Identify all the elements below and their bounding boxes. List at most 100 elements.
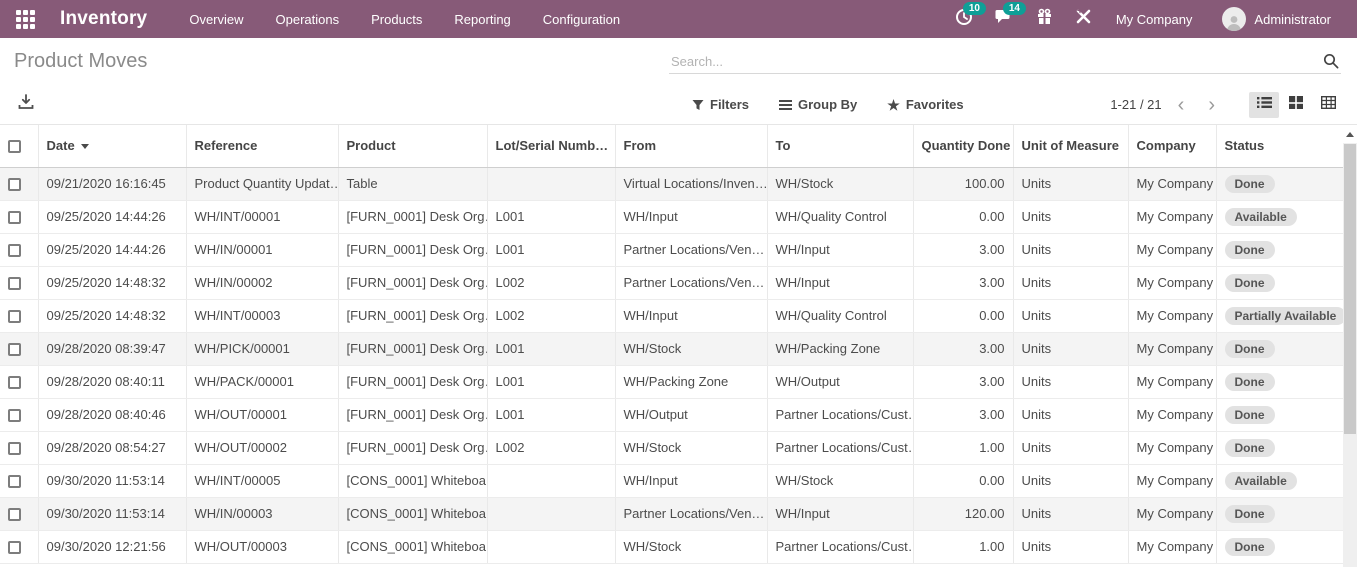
apps-grid-icon[interactable] (12, 6, 38, 32)
cell-status: Done (1216, 167, 1343, 201)
status-badge: Done (1224, 405, 1275, 424)
table-row[interactable]: 09/28/2020 08:40:46 WH/OUT/00001 [FURN_0… (0, 398, 1343, 432)
column-header-status[interactable]: Status (1216, 125, 1343, 168)
list-view: Date Reference Product Lot/Serial Numb… … (0, 125, 1357, 567)
column-header-lot[interactable]: Lot/Serial Numb… (487, 125, 616, 168)
activities-button[interactable]: 10 (949, 1, 986, 35)
cell-quantity-done: 120.00 (913, 497, 1014, 531)
row-checkbox[interactable] (8, 541, 21, 555)
column-header-uom[interactable]: Unit of Measure (1013, 125, 1129, 168)
cell-status: Done (1216, 497, 1343, 531)
row-checkbox[interactable] (8, 508, 21, 522)
row-checkbox[interactable] (8, 310, 21, 324)
cell-from-location: WH/Stock (615, 530, 768, 564)
cell-lot-serial: L001 (487, 200, 616, 234)
row-checkbox[interactable] (8, 211, 21, 225)
menu-products[interactable]: Products (359, 6, 434, 33)
table-row[interactable]: 09/25/2020 14:48:32 WH/IN/00002 [FURN_00… (0, 266, 1343, 300)
column-header-to[interactable]: To (767, 125, 914, 168)
table-row[interactable]: 09/30/2020 12:21:56 WH/OUT/00003 [CONS_0… (0, 530, 1343, 564)
select-all-checkbox[interactable] (8, 140, 21, 154)
cell-quantity-done: 1.00 (913, 431, 1014, 465)
cell-checkbox (0, 233, 39, 267)
date-header-label: Date (46, 138, 75, 154)
inventory-app-window: Inventory Overview Operations Products R… (0, 0, 1357, 567)
cell-company: My Company (1128, 167, 1217, 201)
list-view-icon (1256, 96, 1272, 114)
filters-button[interactable]: Filters (692, 97, 749, 112)
row-checkbox[interactable] (8, 475, 21, 489)
column-header-reference[interactable]: Reference (186, 125, 339, 168)
list-view-button[interactable] (1249, 91, 1279, 118)
menu-overview[interactable]: Overview (177, 6, 255, 33)
column-header-from[interactable]: From (615, 125, 768, 168)
cell-lot-serial: L001 (487, 365, 616, 399)
group-by-label: Group By (798, 97, 858, 112)
export-button[interactable] (14, 90, 38, 119)
cell-lot-serial (487, 497, 616, 531)
cell-quantity-done: 3.00 (913, 233, 1014, 267)
pager-next-button[interactable]: › (1200, 95, 1223, 115)
cell-from-location: Partner Locations/Ven… (615, 233, 768, 267)
pager-previous-button[interactable]: ‹ (1170, 95, 1193, 115)
row-checkbox[interactable] (8, 376, 21, 390)
search-input[interactable] (671, 53, 1323, 69)
tools-button[interactable] (1069, 4, 1098, 34)
menu-operations[interactable]: Operations (264, 6, 352, 33)
kanban-view-button[interactable] (1281, 92, 1311, 118)
app-title[interactable]: Inventory (60, 8, 147, 30)
filters-label: Filters (710, 97, 750, 112)
cell-company: My Company (1128, 332, 1217, 366)
cell-unit-of-measure: Units (1013, 299, 1129, 333)
table-row[interactable]: 09/30/2020 11:53:14 WH/IN/00003 [CONS_00… (0, 497, 1343, 531)
kanban-view-icon (1289, 95, 1303, 114)
group-by-button[interactable]: Group By (779, 97, 857, 112)
cell-reference: WH/IN/00003 (186, 497, 339, 531)
cell-checkbox (0, 497, 39, 531)
table-row[interactable]: 09/25/2020 14:44:26 WH/IN/00001 [FURN_00… (0, 233, 1343, 267)
gift-button[interactable] (1030, 4, 1059, 34)
column-header-quantity-done[interactable]: Quantity Done (913, 125, 1014, 168)
scroll-up-button[interactable] (1343, 125, 1357, 143)
vertical-scrollbar[interactable] (1343, 125, 1357, 567)
table-row[interactable]: 09/28/2020 08:54:27 WH/OUT/00002 [FURN_0… (0, 431, 1343, 465)
messages-button[interactable]: 14 (989, 2, 1026, 34)
table-row[interactable]: 09/28/2020 08:39:47 WH/PICK/00001 [FURN_… (0, 332, 1343, 366)
cell-reference: WH/IN/00002 (186, 266, 339, 300)
row-checkbox[interactable] (8, 409, 21, 423)
row-checkbox[interactable] (8, 343, 21, 357)
row-checkbox[interactable] (8, 178, 21, 192)
cell-company: My Company (1128, 464, 1217, 498)
pager: 1-21 / 21 ‹ › (1110, 95, 1223, 115)
table-row[interactable]: 09/25/2020 14:48:32 WH/INT/00003 [FURN_0… (0, 299, 1343, 333)
cell-lot-serial: L001 (487, 332, 616, 366)
cell-lot-serial (487, 167, 616, 201)
company-switcher[interactable]: My Company (1108, 12, 1201, 27)
table-row[interactable]: 09/28/2020 08:40:11 WH/PACK/00001 [FURN_… (0, 365, 1343, 399)
top-navbar: Inventory Overview Operations Products R… (0, 0, 1357, 38)
cell-from-location: WH/Packing Zone (615, 365, 768, 399)
cell-quantity-done: 1.00 (913, 530, 1014, 564)
cell-product: [CONS_0001] Whiteboa… (338, 497, 488, 531)
row-checkbox[interactable] (8, 244, 21, 258)
messages-count-badge: 14 (1002, 2, 1026, 15)
column-header-date[interactable]: Date (38, 125, 187, 168)
scrollbar-thumb[interactable] (1344, 144, 1356, 434)
favorites-label: Favorites (905, 97, 964, 112)
row-checkbox[interactable] (8, 442, 21, 456)
table-row[interactable]: 09/30/2020 11:53:14 WH/INT/00005 [CONS_0… (0, 464, 1343, 498)
table-row[interactable]: 09/21/2020 16:16:45 Product Quantity Upd… (0, 167, 1343, 201)
column-header-company[interactable]: Company (1128, 125, 1217, 168)
search-icon[interactable] (1323, 53, 1339, 69)
status-badge: Done (1224, 537, 1275, 556)
status-badge: Done (1224, 240, 1275, 259)
favorites-button[interactable]: ★ Favorites (887, 97, 963, 112)
menu-reporting[interactable]: Reporting (442, 6, 522, 33)
column-header-product[interactable]: Product (338, 125, 488, 168)
user-menu[interactable]: Administrator (1210, 3, 1345, 35)
pivot-view-button[interactable] (1313, 92, 1343, 118)
table-row[interactable]: 09/25/2020 14:44:26 WH/INT/00001 [FURN_0… (0, 200, 1343, 234)
menu-configuration[interactable]: Configuration (531, 6, 632, 33)
status-badge: Done (1224, 174, 1275, 193)
row-checkbox[interactable] (8, 277, 21, 291)
